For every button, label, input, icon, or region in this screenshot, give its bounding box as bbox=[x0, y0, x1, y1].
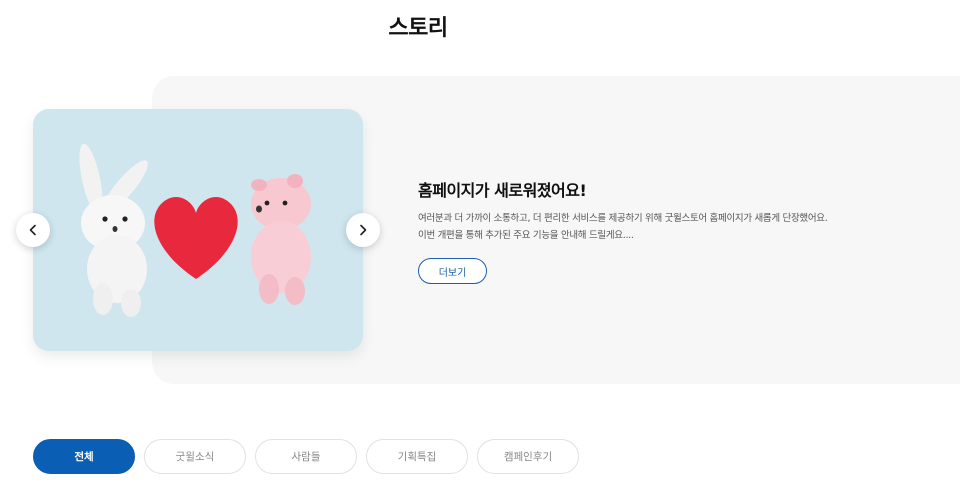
filter-tab-news[interactable]: 굿윌소식 bbox=[144, 439, 246, 474]
chevron-right-icon bbox=[360, 224, 367, 236]
chevron-left-icon bbox=[29, 224, 36, 236]
filter-tab-feature[interactable]: 기획특집 bbox=[366, 439, 468, 474]
hero-description-line: 이번 개편을 통해 추가된 주요 기능을 안내해 드릴게요.... bbox=[418, 230, 634, 241]
filter-tab-all[interactable]: 전체 bbox=[33, 439, 135, 474]
hero-description: 여러분과 더 가까이 소통하고, 더 편리한 서비스를 제공하기 위해 굿윌스토… bbox=[418, 210, 938, 244]
hero-image[interactable] bbox=[33, 109, 363, 351]
filter-tab-campaign-review[interactable]: 캠페인후기 bbox=[477, 439, 579, 474]
page-title: 스토리 bbox=[388, 16, 448, 41]
more-button[interactable]: 더보기 bbox=[418, 258, 487, 284]
filter-tab-people[interactable]: 사람들 bbox=[255, 439, 357, 474]
carousel-prev-button[interactable] bbox=[16, 213, 50, 247]
carousel-next-button[interactable] bbox=[346, 213, 380, 247]
bunny-pig-heart-illustration bbox=[33, 109, 363, 351]
hero-headline: 홈페이지가 새로워졌어요! bbox=[418, 181, 587, 200]
hero-description-line: 여러분과 더 가까이 소통하고, 더 편리한 서비스를 제공하기 위해 굿윌스토… bbox=[418, 213, 828, 224]
